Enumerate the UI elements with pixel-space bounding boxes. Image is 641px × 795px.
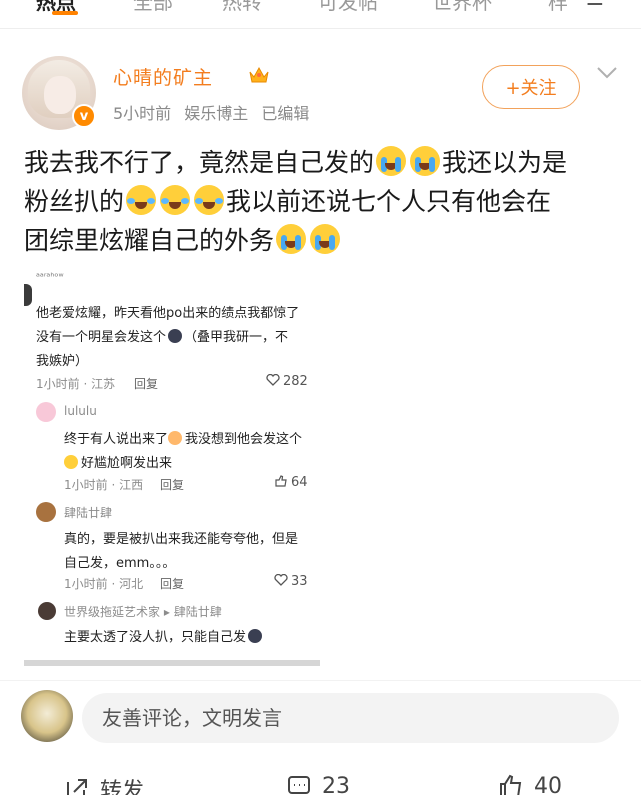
comment-text-part: 没有一个明星会发这个	[36, 330, 167, 345]
post-text-line1b: 我还以为是	[442, 148, 568, 177]
laughing-emoji-icon	[126, 185, 157, 215]
avatar	[36, 402, 56, 422]
image-edge	[24, 660, 320, 666]
like-count: 40	[534, 773, 562, 795]
emoji-icon	[168, 329, 183, 343]
like-button[interactable]: 40	[498, 773, 562, 795]
emoji-icon	[248, 629, 263, 643]
divider	[0, 28, 641, 29]
tab-postable[interactable]: 可发帖	[318, 0, 378, 15]
author-name[interactable]: 心晴的矿主	[113, 63, 213, 90]
tab-world-cup[interactable]: 世界杯	[432, 0, 492, 15]
comment-text: 自己发，emm。。。	[64, 556, 176, 571]
post-time: 5小时前	[113, 104, 172, 123]
reply-button[interactable]: 回复	[160, 575, 184, 592]
like-count-value: 33	[291, 574, 308, 589]
comment-icon	[288, 776, 310, 794]
avatar	[36, 502, 56, 522]
tab-hot-repost[interactable]: 热转	[222, 0, 262, 15]
like-count[interactable]: 64	[274, 475, 308, 490]
heart-icon	[274, 574, 288, 586]
user-avatar	[21, 690, 73, 742]
reply-to: 世界级拖延艺术家 ▸ 肆陆廿肆	[64, 603, 222, 620]
comment-text: 主要太透了没人扒，只能自己发	[64, 626, 264, 645]
edited-label: 已编辑	[261, 104, 310, 123]
tab-more[interactable]: 样	[548, 0, 568, 15]
comment-text: 我嫉妒）	[36, 354, 89, 369]
emoji-icon	[168, 431, 183, 445]
chevron-down-icon[interactable]	[596, 66, 618, 80]
commenter-name: 世界级拖延艺术家	[64, 605, 161, 619]
post-text-line2a: 粉丝扒的	[24, 187, 125, 216]
comment-text-part: 终于有人说出来了	[64, 432, 169, 447]
divider	[0, 680, 641, 681]
repost-icon	[67, 779, 87, 795]
reply-button[interactable]: 回复	[160, 476, 184, 493]
post-image[interactable]: ᵃᵃʳᵃʰᵒʷ 他老爱炫耀，昨天看他po出来的绩点我都惊了 没有一个明星会发这个…	[24, 270, 320, 666]
like-count[interactable]: 33	[274, 574, 308, 589]
heart-icon	[266, 374, 280, 386]
comment-count: 23	[322, 773, 350, 795]
avatar	[24, 284, 32, 306]
reply-target-name: 肆陆廿肆	[173, 605, 222, 619]
comment-text: 真的，要是被扒出来我还能夸夸他，但是	[64, 532, 299, 547]
reply-arrow-icon: ▸	[163, 605, 170, 619]
crying-emoji-icon	[410, 146, 441, 176]
channel-tab-bar: 热点 全部 热转 可发帖 世界杯 样 ☰	[0, 0, 641, 22]
comment-text-part: （叠甲我研一，不	[184, 330, 289, 345]
laughing-emoji-icon	[194, 185, 225, 215]
smile-emoji-icon	[64, 455, 78, 469]
post-meta: 5小时前 娱乐博主 已编辑	[113, 100, 317, 124]
comment-input[interactable]: 友善评论，文明发言	[82, 693, 619, 743]
avatar	[38, 602, 56, 620]
comment-meta: 1小时前 · 河北	[64, 577, 144, 591]
commenter-name: lululu	[64, 404, 97, 418]
reply-button[interactable]: 回复	[134, 375, 158, 392]
like-count-value: 282	[283, 374, 308, 389]
comment-text-part: 好尴尬啊发出来	[81, 456, 173, 471]
thumbs-up-icon	[500, 774, 522, 795]
author-role: 娱乐博主	[184, 104, 249, 123]
tab-all[interactable]: 全部	[133, 0, 173, 15]
post-body: 我去我不行了，竟然是自己发的 我还以为是 粉丝扒的 我以前还说七个人只有他会在 团综…	[24, 143, 624, 260]
commenter-name: ᵃᵃʳᵃʰᵒʷ	[36, 272, 64, 283]
comment-text: 没有一个明星会发这个 （叠甲我研一，不	[36, 326, 288, 345]
comment-meta: 1小时前 · 江西	[64, 478, 144, 492]
crying-emoji-icon	[310, 224, 341, 254]
follow-button[interactable]: +关注	[482, 65, 580, 109]
comment-text: 他老爱炫耀，昨天看他po出来的绩点我都惊了	[36, 306, 300, 321]
crying-emoji-icon	[276, 224, 307, 254]
commenter-name: 肆陆廿肆	[64, 506, 113, 520]
post-text-line1a: 我去我不行了，竟然是自己发的	[24, 148, 375, 177]
comment-text: 终于有人说出来了 我没想到他会发这个	[64, 428, 302, 447]
crown-icon	[249, 66, 269, 83]
verified-badge-icon: v	[72, 104, 96, 128]
active-tab-indicator	[52, 11, 78, 15]
post-text-line3a: 团综里炫耀自己的外务	[24, 226, 275, 255]
comment-button[interactable]: 23	[286, 773, 350, 795]
comment-text-part: 我没想到他会发这个	[185, 432, 303, 447]
like-count[interactable]: 282	[266, 374, 308, 389]
menu-icon[interactable]: ☰	[586, 0, 604, 10]
comment-text: 好尴尬啊发出来	[64, 452, 172, 471]
comment-text-part: 主要太透了没人扒，只能自己发	[64, 630, 247, 645]
post-text-line2b: 我以前还说七个人只有他会在	[226, 187, 552, 216]
crying-emoji-icon	[376, 146, 407, 176]
like-count-value: 64	[291, 475, 308, 490]
like-icon	[275, 475, 287, 487]
repost-button[interactable]: 转发	[64, 773, 144, 795]
laughing-emoji-icon	[160, 185, 191, 215]
comment-meta: 1小时前 · 江苏	[36, 377, 116, 391]
repost-label: 转发	[100, 779, 145, 795]
